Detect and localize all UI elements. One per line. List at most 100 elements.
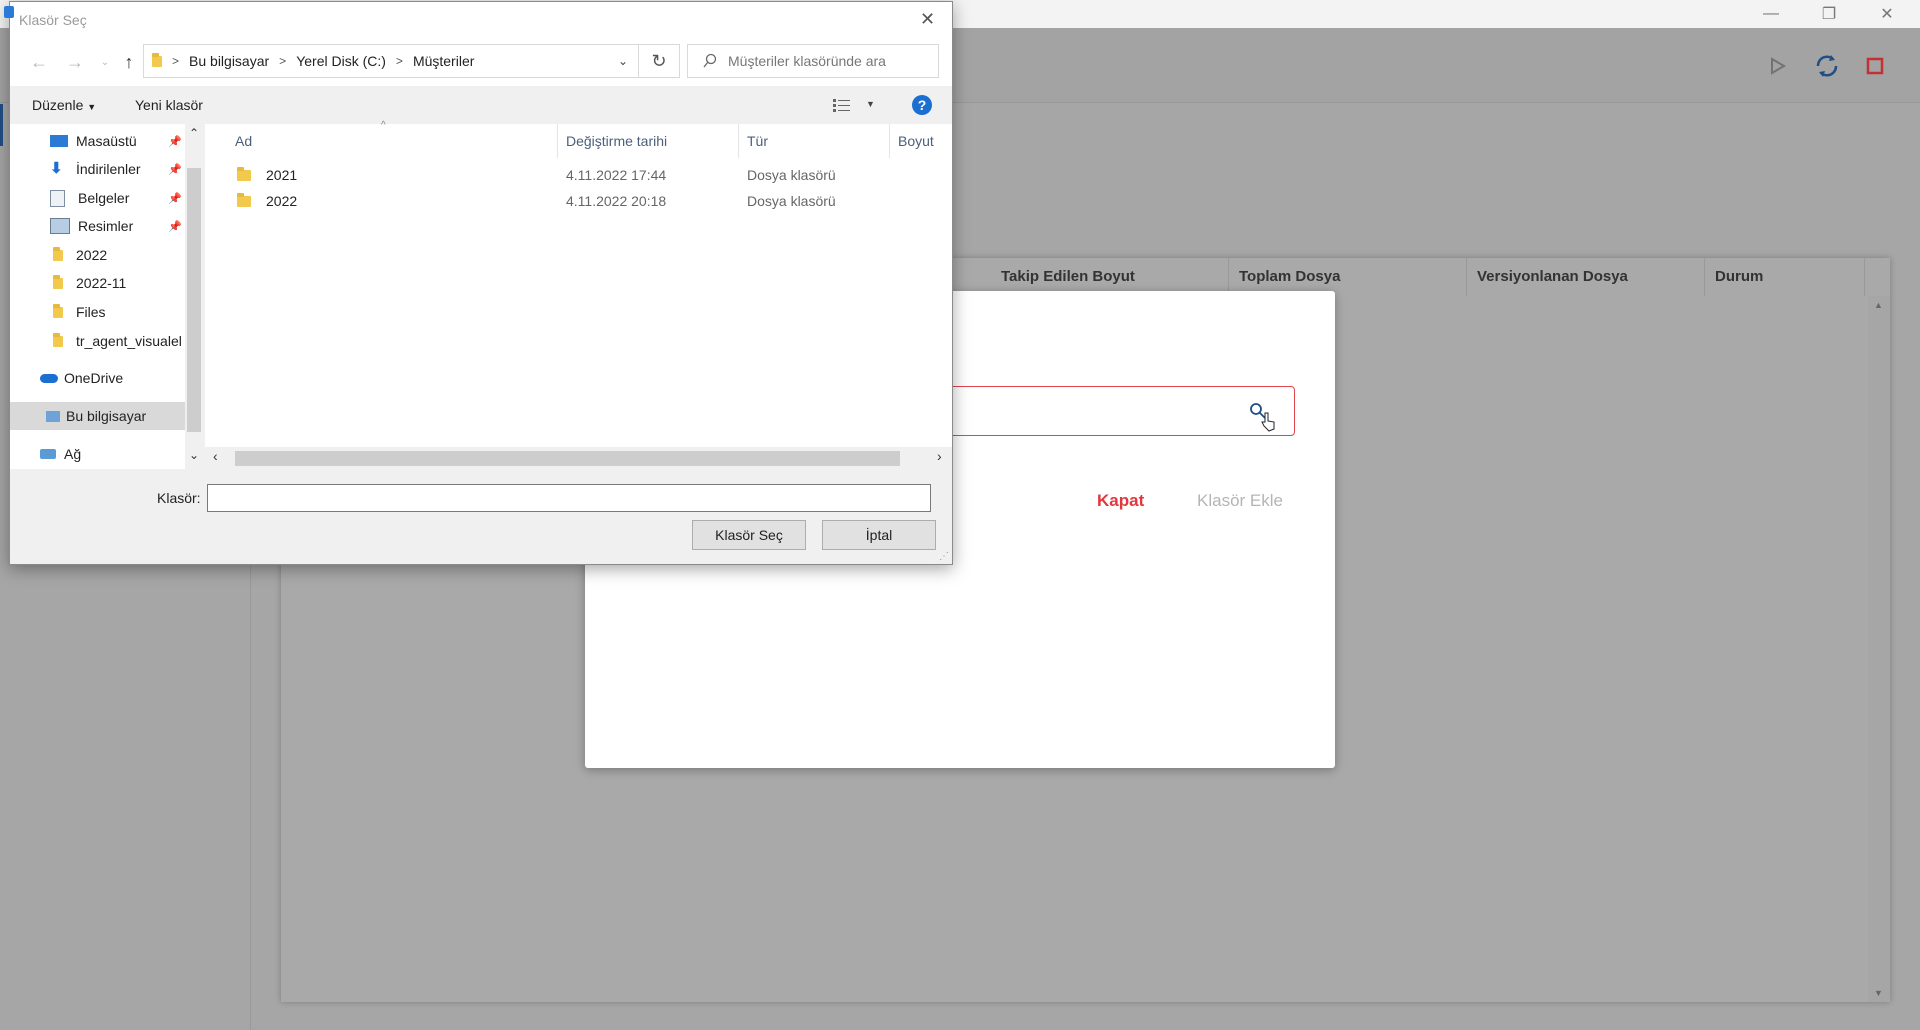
pictures-icon (50, 218, 70, 234)
stop-icon[interactable] (1866, 57, 1884, 75)
nav-item-onedrive[interactable]: OneDrive (10, 364, 185, 392)
folder-icon (53, 332, 63, 347)
folder-icon (53, 246, 63, 261)
select-folder-button[interactable]: Klasör Seç (692, 520, 806, 550)
folder-label: Klasör: (157, 490, 201, 506)
col-size[interactable]: Boyut (890, 124, 952, 158)
organize-button[interactable]: Düzenle ▼ (32, 97, 96, 113)
nav-item-folder-2022[interactable]: 2022 (10, 241, 185, 269)
cancel-button[interactable]: İptal (822, 520, 936, 550)
new-folder-button[interactable]: Yeni klasör (135, 97, 203, 113)
scroll-down-icon[interactable]: ⌄ (189, 448, 199, 462)
close-window-icon[interactable]: ✕ (1858, 0, 1916, 28)
download-icon: ⬇ (50, 160, 63, 177)
breadcrumb-item[interactable]: Bu bilgisayar (189, 53, 269, 69)
view-options-icon[interactable] (833, 98, 853, 112)
scroll-right-icon[interactable]: › (937, 448, 942, 464)
breadcrumb-item[interactable]: Müşteriler (413, 53, 474, 69)
add-folder-button[interactable]: Klasör Ekle (1197, 491, 1283, 511)
scroll-thumb[interactable] (187, 168, 201, 432)
folder-name-input[interactable] (207, 484, 931, 512)
file-name: 2022 (266, 193, 298, 209)
refresh-icon[interactable]: ↻ (638, 44, 680, 78)
col-modified[interactable]: Değiştirme tarihi (558, 124, 738, 158)
desktop-icon (50, 135, 68, 147)
file-modified: 4.11.2022 17:44 (566, 167, 667, 183)
scroll-up-icon[interactable]: ▲ (1874, 300, 1883, 310)
horizontal-scrollbar[interactable]: ‹ › (205, 447, 952, 469)
chevron-right-icon: > (395, 54, 403, 68)
scroll-thumb[interactable] (235, 451, 900, 466)
folder-icon (237, 167, 251, 181)
hand-cursor-icon (1261, 412, 1275, 432)
folder-select-dialog: Klasör Seç ✕ ← → ⌄ ↑ > Bu bilgisayar > Y… (4, 1, 953, 565)
onedrive-icon (40, 373, 58, 383)
nav-item-pictures[interactable]: Resimler 📌 (10, 212, 185, 240)
pin-icon[interactable]: 📌 (168, 220, 182, 233)
nav-item-network[interactable]: Ağ (10, 440, 185, 468)
dialog-title: Klasör Seç (19, 12, 87, 28)
folder-icon (237, 193, 251, 207)
navigation-pane: Masaüstü 📌 ⬇ İndirilenler 📌 Belgeler 📌 R… (10, 124, 203, 469)
folder-icon (53, 274, 63, 289)
close-button[interactable]: Kapat (1097, 491, 1144, 511)
pin-icon[interactable]: 📌 (168, 135, 182, 148)
folder-icon (152, 52, 162, 67)
file-modified: 4.11.2022 20:18 (566, 193, 667, 209)
col-name[interactable]: Ad (227, 124, 557, 158)
minimize-icon[interactable]: — (1742, 0, 1800, 28)
col-type[interactable]: Tür (739, 124, 889, 158)
chevron-down-icon[interactable]: ⌄ (618, 54, 628, 68)
search-icon (703, 53, 717, 68)
scroll-up-icon[interactable]: ⌃ (189, 126, 199, 140)
back-icon[interactable]: ← (24, 46, 54, 78)
app-icon (4, 6, 14, 18)
network-icon (40, 449, 56, 459)
table-scrollbar[interactable]: ▲ ▼ (1868, 296, 1890, 1002)
nav-item-documents[interactable]: Belgeler 📌 (10, 184, 185, 212)
help-icon[interactable]: ? (912, 95, 932, 115)
nav-item-folder-2022-11[interactable]: 2022-11 (10, 269, 185, 297)
forward-icon[interactable]: → (60, 46, 90, 78)
documents-icon (50, 189, 65, 207)
pin-icon[interactable]: 📌 (168, 192, 182, 205)
search-input[interactable]: Müşteriler klasöründe ara (687, 44, 939, 78)
address-bar[interactable]: > Bu bilgisayar > Yerel Disk (C:) > Müşt… (143, 44, 639, 78)
nav-item-desktop[interactable]: Masaüstü 📌 (10, 127, 185, 155)
col-versioned-files[interactable]: Versiyonlanan Dosya (1467, 258, 1705, 296)
computer-icon (46, 410, 60, 422)
resize-grip-icon[interactable]: ⋰ (939, 551, 949, 562)
col-status[interactable]: Durum (1705, 258, 1865, 296)
file-list: ^ Ad Değiştirme tarihi Tür Boyut 2021 4.… (205, 120, 952, 469)
file-row[interactable]: 2021 4.11.2022 17:44 Dosya klasörü (205, 162, 952, 188)
up-icon[interactable]: ↑ (114, 46, 144, 78)
sidebar-active-indicator (0, 104, 3, 146)
address-row: ← → ⌄ ↑ > Bu bilgisayar > Yerel Disk (C:… (10, 38, 952, 86)
nav-item-downloads[interactable]: ⬇ İndirilenler 📌 (10, 155, 185, 183)
nav-item-this-pc[interactable]: Bu bilgisayar (10, 402, 185, 430)
chevron-right-icon: > (279, 54, 287, 68)
file-row[interactable]: 2022 4.11.2022 20:18 Dosya klasörü (205, 188, 952, 214)
dialog-footer: Klasör: Klasör Seç İptal ⋰ (10, 469, 952, 564)
folder-icon (53, 303, 63, 318)
restore-icon[interactable]: ❐ (1800, 0, 1858, 28)
play-icon[interactable] (1767, 56, 1787, 76)
file-type: Dosya klasörü (747, 193, 836, 209)
sync-icon[interactable] (1814, 53, 1840, 79)
scroll-down-icon[interactable]: ▼ (1874, 988, 1883, 998)
search-placeholder: Müşteriler klasöründe ara (728, 53, 886, 69)
nav-item-tr-agent[interactable]: tr_agent_visualel (10, 327, 185, 355)
breadcrumb-item[interactable]: Yerel Disk (C:) (296, 53, 386, 69)
dialog-titlebar: Klasör Seç ✕ (4, 2, 952, 38)
view-dropdown-icon[interactable]: ▼ (866, 99, 875, 109)
nav-item-files[interactable]: Files (10, 298, 185, 326)
pin-icon[interactable]: 📌 (168, 163, 182, 176)
nav-scrollbar[interactable]: ⌃ ⌄ (185, 124, 203, 469)
file-name: 2021 (266, 167, 298, 183)
command-bar: Düzenle ▼ Yeni klasör ▼ ? (10, 86, 952, 124)
chevron-right-icon: > (172, 54, 180, 68)
file-type: Dosya klasörü (747, 167, 836, 183)
scroll-left-icon[interactable]: ‹ (213, 448, 218, 464)
dialog-close-icon[interactable]: ✕ (920, 9, 935, 30)
caret-down-icon: ▼ (87, 102, 97, 112)
